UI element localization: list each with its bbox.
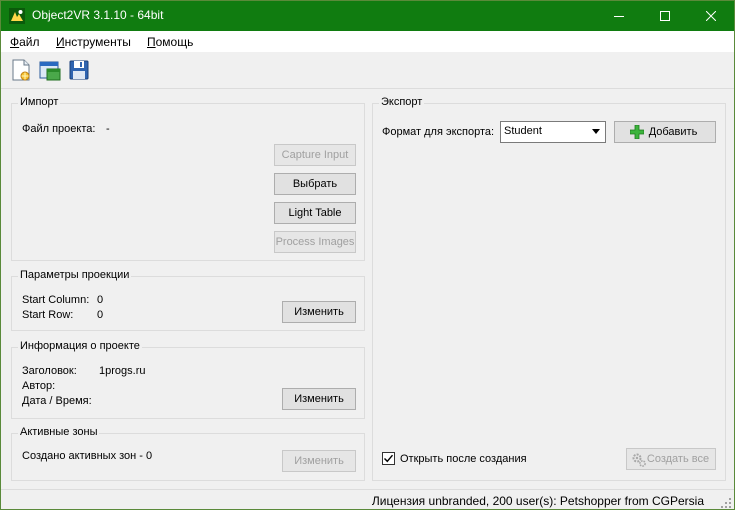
start-row-value: 0 [97, 309, 104, 321]
open-project-icon [39, 61, 61, 81]
project-info-change-button[interactable]: Изменить [282, 388, 356, 410]
light-table-button[interactable]: Light Table [274, 202, 356, 224]
open-project-button[interactable] [38, 58, 62, 82]
new-project-icon [12, 59, 30, 81]
menu-help[interactable]: Помощь [147, 35, 193, 49]
app-window: Object2VR 3.1.10 - 64bit Файл Инструмент… [0, 0, 735, 510]
save-project-button[interactable] [67, 58, 91, 82]
active-zones-change-button[interactable]: Изменить [282, 450, 356, 472]
export-format-select[interactable]: Student [500, 121, 606, 143]
close-icon [706, 11, 716, 21]
start-column-label: Start Column: [22, 294, 90, 306]
active-zones-created-text: Создано активных зон - 0 [22, 450, 153, 462]
status-bar: Лицензия unbranded, 200 user(s): Petshop… [1, 489, 734, 509]
import-group-title: Импорт [18, 96, 61, 108]
menu-tools[interactable]: Инструменты [56, 35, 131, 49]
object2vr-app-icon [9, 8, 25, 24]
license-status-text: Лицензия unbranded, 200 user(s): Petshop… [371, 494, 704, 508]
active-zones-group-title: Активные зоны [18, 426, 100, 438]
export-group-title: Экспорт [379, 96, 425, 108]
export-group: Экспорт Формат для экспорта: Student Доб… [372, 96, 726, 481]
create-all-label: Создать все [646, 453, 710, 465]
add-export-button[interactable]: Добавить [614, 121, 716, 143]
start-row-label: Start Row: [22, 309, 74, 321]
import-group: Импорт Файл проекта: - Capture Input Выб… [11, 96, 365, 261]
maximize-icon [660, 11, 670, 21]
gears-icon [632, 453, 646, 467]
export-format-value: Student [504, 125, 542, 137]
project-info-group-title: Информация о проекте [18, 340, 142, 352]
export-format-label: Формат для экспорта: [382, 126, 495, 138]
new-project-button[interactable] [9, 58, 33, 82]
minimize-icon [614, 16, 624, 17]
author-label: Автор: [22, 380, 56, 392]
close-button[interactable] [688, 1, 734, 31]
projection-group-title: Параметры проекции [18, 269, 132, 281]
active-zones-group: Активные зоны Создано активных зон - 0 И… [11, 426, 365, 481]
menu-bar: Файл Инструменты Помощь [1, 31, 734, 52]
create-all-button[interactable]: Создать все [626, 448, 716, 470]
projection-group: Параметры проекции Start Column: 0 Start… [11, 269, 365, 331]
add-icon [630, 125, 644, 139]
window-title: Object2VR 3.1.10 - 64bit [32, 8, 164, 22]
datetime-label: Дата / Время: [22, 395, 92, 407]
add-export-label: Добавить [648, 126, 698, 138]
minimize-button[interactable] [596, 1, 642, 31]
open-after-create-label: Открыть после создания [400, 453, 527, 465]
heading-value: 1progs.ru [99, 365, 146, 377]
maximize-button[interactable] [642, 1, 688, 31]
resize-grip-icon[interactable] [720, 497, 732, 509]
toolbar [1, 52, 734, 89]
start-column-value: 0 [97, 294, 104, 306]
heading-label: Заголовок: [22, 365, 77, 377]
open-after-create-checkbox[interactable] [382, 452, 395, 465]
title-bar[interactable]: Object2VR 3.1.10 - 64bit [1, 1, 734, 31]
choose-button[interactable]: Выбрать [274, 173, 356, 195]
process-images-button[interactable]: Process Images [274, 231, 356, 253]
chevron-down-icon [592, 129, 600, 134]
menu-file[interactable]: Файл [10, 35, 40, 49]
project-file-value: - [106, 123, 110, 135]
project-info-group: Информация о проекте Заголовок: 1progs.r… [11, 340, 365, 419]
checkmark-icon [384, 454, 394, 463]
save-project-icon [69, 60, 89, 80]
capture-input-button[interactable]: Capture Input [274, 144, 356, 166]
projection-change-button[interactable]: Изменить [282, 301, 356, 323]
project-file-label: Файл проекта: [22, 123, 96, 135]
